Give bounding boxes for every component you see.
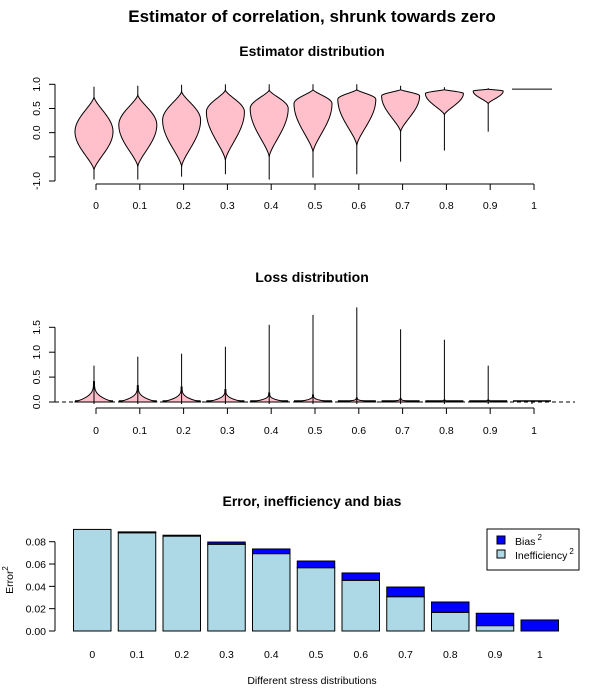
bar-bias: [162, 534, 201, 537]
legend-label: Inefficiency 2: [515, 547, 574, 562]
x-tick-label: 0.1: [132, 425, 147, 437]
x-tick-label: 0.7: [395, 200, 410, 212]
y-tick-label: 0.04: [26, 581, 47, 593]
bar-inefficiency: [162, 535, 201, 632]
legend-swatch: [496, 535, 506, 545]
x-tick-label: 0.8: [443, 649, 458, 661]
panel3-title: Error, inefficiency and bias: [223, 493, 402, 509]
y-tick-label: 0.0: [31, 125, 43, 140]
y-tick-label: -1.0: [31, 172, 43, 190]
x-tick-label: 0.2: [176, 425, 191, 437]
bar-bias: [520, 619, 559, 632]
bar-bias: [475, 612, 515, 627]
x-tick-label: 0.7: [395, 425, 410, 437]
y-tick-label: 0.00: [26, 626, 47, 638]
panel2-title: Loss distribution: [255, 269, 369, 285]
loss-panel: 0.0 0.5 1.0 1.5 0 0.1 0.2 0.3 0.4 0.5 0.6 0.7 0.8 0.9…: [31, 307, 575, 437]
x-tick-label: 0.1: [130, 649, 145, 661]
x-tick-label: 0.6: [353, 649, 368, 661]
x-tick-label: 0.4: [264, 200, 279, 212]
bar-inefficiency: [296, 567, 336, 632]
x-tick-label: 0.5: [309, 649, 324, 661]
violin: [472, 88, 504, 105]
estimator-panel: -1.0 0.0 0.5 1.0 0 0.1 0.2 0.3 0.4 0.5 0.6 0.7 0.8 0.…: [31, 77, 552, 212]
x-tick-label: 0.9: [483, 425, 498, 437]
violin: [337, 88, 377, 146]
y-tick-label: 1.0: [31, 345, 43, 360]
violin: [162, 89, 202, 167]
x-tick-label: 0.3: [220, 425, 235, 437]
x-tick-label: 0.5: [308, 425, 323, 437]
x-tick-label: 1: [537, 649, 543, 661]
x-tick-label: 0: [93, 200, 99, 212]
x-tick-label: 0.3: [220, 200, 235, 212]
bar-inefficiency: [207, 543, 246, 632]
violin: [74, 94, 114, 170]
x-tick-label: 0.8: [439, 200, 454, 212]
bar-bias: [386, 586, 425, 598]
bar-bias: [207, 541, 246, 545]
violin: [293, 88, 333, 153]
legend-label-sup: 2: [569, 547, 574, 556]
x-tick-label: 0.5: [308, 200, 323, 212]
x-tick-label: 1: [531, 200, 537, 212]
y-tick-label: 0.5: [31, 370, 43, 385]
legend-label-sup: 2: [537, 533, 542, 542]
x-tick-label: 0.6: [351, 200, 366, 212]
bar-inefficiency: [117, 532, 157, 632]
y-tick-label: 1.5: [31, 320, 43, 335]
violin: [249, 88, 289, 157]
bar-inefficiency: [341, 579, 380, 632]
y-tick-label: 0.08: [26, 537, 47, 549]
bar-inefficiency: [475, 625, 515, 632]
main-title: Estimator of correlation, shrunk towards…: [128, 7, 495, 26]
bar-bias: [431, 601, 470, 613]
y-tick-label: 0.0: [31, 395, 43, 410]
x-tick-label: 1: [531, 425, 537, 437]
bar-bias: [117, 531, 157, 534]
x-tick-label: 0.9: [483, 200, 498, 212]
x-axis-label: Different stress distributions: [247, 675, 376, 687]
violin: [424, 89, 464, 117]
x-tick-label: 0.3: [219, 649, 234, 661]
panel1-title: Estimator distribution: [239, 43, 384, 59]
legend-swatch: [496, 549, 506, 559]
x-tick-label: 0: [93, 425, 99, 437]
y-tick-label: 0.5: [31, 101, 43, 116]
violin: [118, 93, 158, 167]
y-tick-label: 1.0: [31, 77, 43, 92]
violin: [381, 89, 421, 132]
x-tick-label: 0.4: [264, 425, 279, 437]
x-tick-label: 0.4: [264, 649, 279, 661]
bar-inefficiency: [431, 611, 470, 632]
x-tick-label: 0.9: [488, 649, 503, 661]
x-tick-label: 0.2: [176, 200, 191, 212]
bar-bias: [252, 548, 291, 555]
bar-inefficiency: [252, 553, 291, 632]
violin: [205, 88, 245, 161]
bar-inefficiency: [386, 596, 425, 632]
x-tick-label: 0: [89, 649, 95, 661]
bar-bias: [296, 560, 336, 569]
bar-inefficiency: [73, 528, 112, 632]
error-panel: 0.00 0.02 0.04 0.06 0.08 Error2 0 0.1 0.2 0.3 0.4 0…: [1, 528, 580, 661]
x-tick-label: 0.7: [398, 649, 413, 661]
figure: Estimator of correlation, shrunk towards…: [1, 7, 580, 687]
x-tick-label: 0.8: [439, 425, 454, 437]
x-tick-label: 0.2: [174, 649, 189, 661]
y-tick-label: 0.02: [26, 604, 47, 616]
y-tick-label: 0.06: [26, 559, 47, 571]
x-tick-label: 0.6: [351, 425, 366, 437]
x-tick-label: 0.1: [132, 200, 147, 212]
y-axis-label-sup: 2: [1, 566, 10, 571]
bar-bias: [341, 572, 380, 581]
y-axis-label: Error2: [1, 566, 16, 594]
